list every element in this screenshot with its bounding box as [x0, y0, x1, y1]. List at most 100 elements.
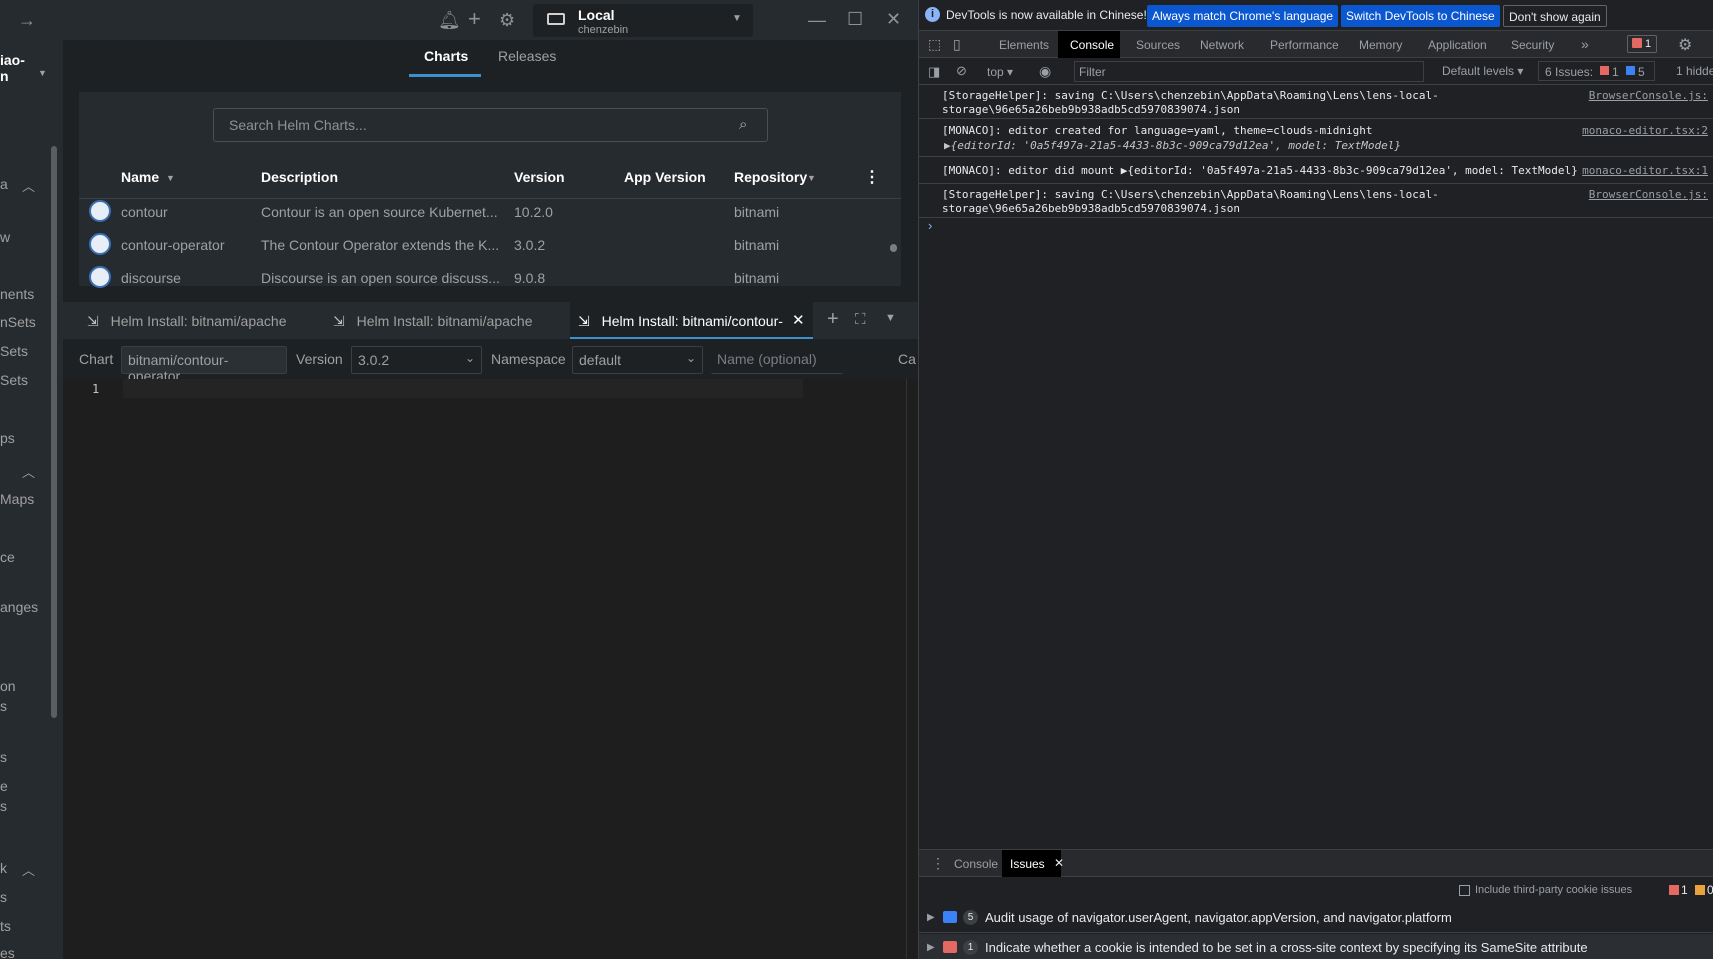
sidebar-item[interactable]: Sets	[0, 372, 28, 388]
cluster-user: chenzebin	[578, 24, 629, 36]
column-description[interactable]: Description	[261, 169, 338, 185]
match-language-button[interactable]: Always match Chrome's language	[1147, 5, 1339, 27]
column-name[interactable]: Name	[121, 169, 159, 185]
eye-icon[interactable]: ◉	[1039, 63, 1051, 80]
editor-scrollbar[interactable]	[906, 379, 918, 959]
charts-panel: Search Helm Charts... ⌕ Name ▼ Descripti…	[79, 92, 901, 288]
issue-row[interactable]: ▶ 1 Indicate whether a cookie is intende…	[919, 934, 1713, 959]
device-toolbar-icon[interactable]: ▯	[953, 36, 961, 53]
bell-icon[interactable]: 🔔︎	[438, 10, 461, 30]
log-source-link[interactable]: monaco-editor.tsx:2	[1582, 124, 1708, 137]
drawer-tab-console[interactable]: Console	[954, 857, 998, 871]
sidebar-item[interactable]: s	[0, 798, 7, 814]
sidebar-item[interactable]: s	[0, 749, 7, 765]
sidebar-item[interactable]: ps	[0, 430, 15, 446]
sidebar-item[interactable]: w	[0, 229, 10, 245]
sidebar-item[interactable]: ts	[0, 918, 11, 934]
sidebar-item[interactable]: anges	[0, 599, 38, 615]
cancel-button[interactable]: Ca	[898, 351, 916, 367]
namespace-select[interactable]: default ⌄	[572, 346, 703, 374]
minimize-icon[interactable]: —	[808, 10, 826, 30]
log-object[interactable]: ▶{editorId: '0a5f497a-21a5-4433-8b3c-909…	[944, 139, 1401, 152]
column-repository[interactable]: Repository	[734, 169, 807, 185]
tab-charts[interactable]: Charts	[424, 48, 468, 64]
third-party-checkbox[interactable]	[1459, 885, 1470, 896]
dock-tab[interactable]: ⇲ Helm Install: bitnami/apache	[87, 302, 287, 339]
column-version[interactable]: Version	[514, 169, 565, 185]
sidebar-item[interactable]: ce	[0, 549, 15, 565]
sidebar-cluster-label[interactable]: iao- n	[0, 52, 57, 84]
sidebar-item[interactable]: nSets	[0, 314, 36, 330]
switch-chinese-button[interactable]: Switch DevTools to Chinese	[1341, 5, 1500, 27]
inspect-element-icon[interactable]: ⬚	[928, 36, 941, 53]
log-source-link[interactable]: BrowserConsole.js:	[1589, 188, 1708, 201]
log-source-link[interactable]: BrowserConsole.js:	[1589, 89, 1708, 102]
levels-select[interactable]: Default levels ▾	[1442, 64, 1523, 78]
cluster-selector[interactable]: Local chenzebin ▼	[533, 4, 753, 37]
chevron-up-icon[interactable]: ︿	[22, 462, 35, 481]
close-tab-icon[interactable]: ✕	[792, 311, 805, 329]
fullscreen-icon[interactable]: ⛶	[855, 311, 866, 328]
sort-icon[interactable]: ▼	[807, 173, 816, 183]
chevron-down-icon: ▼	[732, 13, 742, 24]
release-name-input[interactable]: Name (optional)	[711, 346, 843, 374]
chevron-down-icon[interactable]: ▼	[885, 312, 896, 324]
table-scrollbar[interactable]	[890, 244, 897, 252]
tab-releases[interactable]: Releases	[498, 48, 556, 64]
row-repository: bitnami	[734, 204, 780, 220]
sidebar-item[interactable]: nents	[0, 286, 34, 302]
settings-gear-icon[interactable]: ⚙	[1678, 35, 1692, 55]
search-input[interactable]: Search Helm Charts...	[229, 117, 367, 133]
dont-show-again-button[interactable]: Don't show again	[1503, 5, 1607, 27]
dock-tab[interactable]: ⇲ Helm Install: bitnami/apache	[333, 302, 533, 339]
tab-application[interactable]: Application	[1428, 38, 1487, 52]
context-select[interactable]: top ▾	[987, 65, 1013, 79]
sidebar-toggle-icon[interactable]: ◨	[928, 64, 940, 80]
maximize-icon[interactable]: ☐	[847, 9, 863, 29]
console-prompt[interactable]: ›	[928, 218, 932, 233]
plus-icon[interactable]: +	[468, 8, 481, 30]
sidebar-item[interactable]: s	[0, 698, 7, 714]
tab-security[interactable]: Security	[1511, 38, 1554, 52]
sidebar-item[interactable]: e	[0, 778, 8, 794]
sidebar-item[interactable]: Sets	[0, 343, 28, 359]
chevron-up-icon[interactable]: ︿	[22, 176, 35, 195]
tab-network[interactable]: Network	[1200, 38, 1244, 52]
dock-tab-active[interactable]: ⇲ Helm Install: bitnami/contour-	[570, 302, 813, 339]
gear-icon[interactable]: ⚙	[499, 10, 515, 30]
version-select[interactable]: 3.0.2 ⌄	[351, 346, 482, 374]
close-icon[interactable]: ✕	[1054, 856, 1064, 870]
plus-icon[interactable]: +	[827, 308, 839, 331]
chevron-down-icon[interactable]: ▼	[38, 68, 47, 78]
forward-arrow-icon[interactable]: →	[18, 10, 36, 30]
drawer-tab-issues[interactable]: Issues	[1010, 857, 1045, 871]
tab-console[interactable]: Console	[1070, 38, 1114, 52]
sort-icon[interactable]: ▼	[166, 173, 175, 183]
tab-sources[interactable]: Sources	[1136, 38, 1180, 52]
issue-row[interactable]: ▶ 5 Audit usage of navigator.userAgent, …	[919, 904, 1713, 933]
drawer-menu-icon[interactable]: ⋮	[931, 855, 945, 872]
close-window-icon[interactable]: ✕	[886, 9, 901, 29]
sidebar-item[interactable]: k	[0, 860, 7, 876]
more-tabs-icon[interactable]: »	[1581, 36, 1589, 52]
search-box[interactable]: Search Helm Charts... ⌕	[213, 108, 768, 142]
log-text: [StorageHelper]: saving C:\Users\chenzeb…	[942, 188, 1439, 201]
tab-elements[interactable]: Elements	[999, 38, 1049, 52]
sidebar-item[interactable]: s	[0, 889, 7, 905]
yaml-editor[interactable]: 1	[63, 379, 906, 959]
kebab-menu-icon[interactable]: ⋮	[864, 167, 880, 187]
sidebar-item[interactable]: Maps	[0, 491, 34, 507]
column-app-version[interactable]: App Version	[624, 169, 706, 185]
sidebar-item[interactable]: on	[0, 678, 16, 694]
issues-counter[interactable]: 6 Issues: 1 5	[1538, 61, 1655, 81]
sidebar-item[interactable]: a	[0, 176, 8, 192]
log-source-link[interactable]: monaco-editor.tsx:1	[1578, 164, 1708, 177]
tab-memory[interactable]: Memory	[1359, 38, 1402, 52]
sidebar-item[interactable]: es	[0, 945, 15, 959]
chevron-up-icon[interactable]: ︿	[22, 860, 35, 879]
sidebar-scrollbar[interactable]	[51, 146, 57, 718]
tab-performance[interactable]: Performance	[1270, 38, 1339, 52]
clear-console-icon[interactable]: ⊘	[956, 63, 967, 79]
error-counter[interactable]: 1	[1627, 35, 1657, 53]
filter-input[interactable]: Filter	[1074, 61, 1424, 82]
